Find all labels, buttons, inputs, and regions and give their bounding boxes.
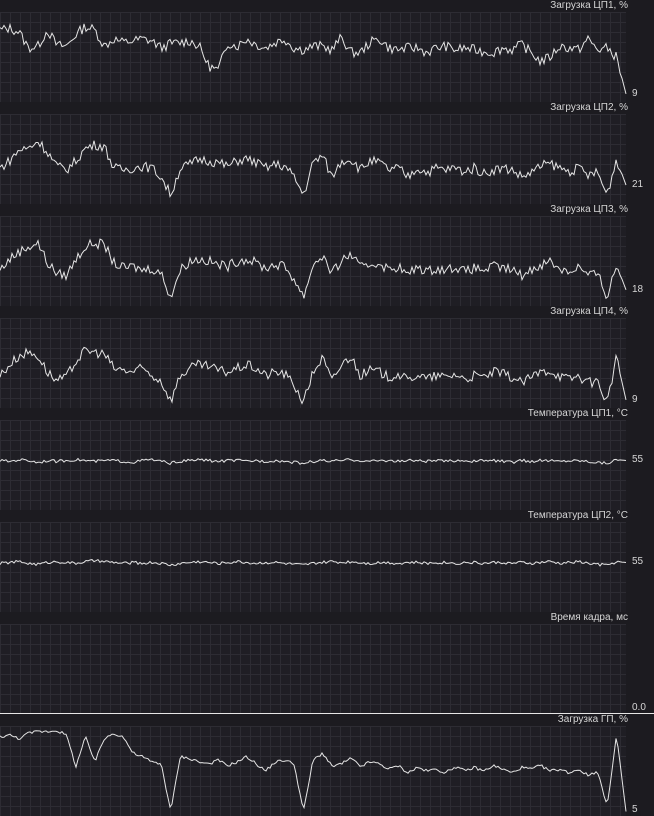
sensor-graph bbox=[0, 114, 627, 204]
graph-background bbox=[0, 522, 626, 612]
panel-title: Загрузка ЦП2, % bbox=[550, 102, 628, 113]
panel-title: Загрузка ЦП4, % bbox=[550, 306, 628, 317]
graph-background bbox=[0, 216, 626, 306]
graph-background bbox=[0, 624, 626, 714]
sensor-graph bbox=[0, 12, 627, 102]
graph-background bbox=[0, 318, 626, 408]
sensor-panel: Температура ЦП1, °C 55 bbox=[0, 408, 654, 510]
sensor-panel: Загрузка ЦП4, % 9 bbox=[0, 306, 654, 408]
graph-background bbox=[0, 12, 626, 102]
current-value: 18 bbox=[632, 284, 644, 295]
sensor-graph bbox=[0, 522, 627, 612]
sensor-panel: Температура ЦП2, °C 55 bbox=[0, 510, 654, 612]
graph-background bbox=[0, 726, 626, 816]
graph-background bbox=[0, 114, 626, 204]
panel-title: Загрузка ГП, % bbox=[557, 714, 628, 725]
panel-title: Загрузка ЦП1, % bbox=[550, 0, 628, 11]
panel-title: Время кадра, мс bbox=[550, 612, 628, 623]
current-value: 5 bbox=[632, 804, 638, 815]
current-value: 55 bbox=[632, 556, 644, 567]
panel-title: Загрузка ЦП3, % bbox=[550, 204, 628, 215]
sensor-graph bbox=[0, 420, 627, 510]
graph-background bbox=[0, 420, 626, 510]
panel-title: Температура ЦП1, °C bbox=[527, 408, 628, 419]
current-value: 55 bbox=[632, 454, 644, 465]
sensor-graph bbox=[0, 216, 627, 306]
current-value: 9 bbox=[632, 394, 638, 405]
sensor-panel: Загрузка ЦП1, % 9 bbox=[0, 0, 654, 102]
sensor-panel: Загрузка ЦП2, % 21 bbox=[0, 102, 654, 204]
sensor-panel: Время кадра, мс 0.0 bbox=[0, 612, 654, 714]
current-value: 0.0 bbox=[632, 702, 646, 713]
sensor-panel: Загрузка ЦП3, % 18 bbox=[0, 204, 654, 306]
sensor-graph bbox=[0, 726, 627, 816]
sensor-graph bbox=[0, 318, 627, 408]
hardware-monitor: Загрузка ЦП1, % 9 Загрузка ЦП2, % 21 Загрузк… bbox=[0, 0, 654, 816]
panel-title: Температура ЦП2, °C bbox=[527, 510, 628, 521]
current-value: 9 bbox=[632, 88, 638, 99]
current-value: 21 bbox=[632, 179, 644, 190]
sensor-graph bbox=[0, 624, 654, 714]
sensor-panel: Загрузка ГП, % 5 bbox=[0, 714, 654, 816]
